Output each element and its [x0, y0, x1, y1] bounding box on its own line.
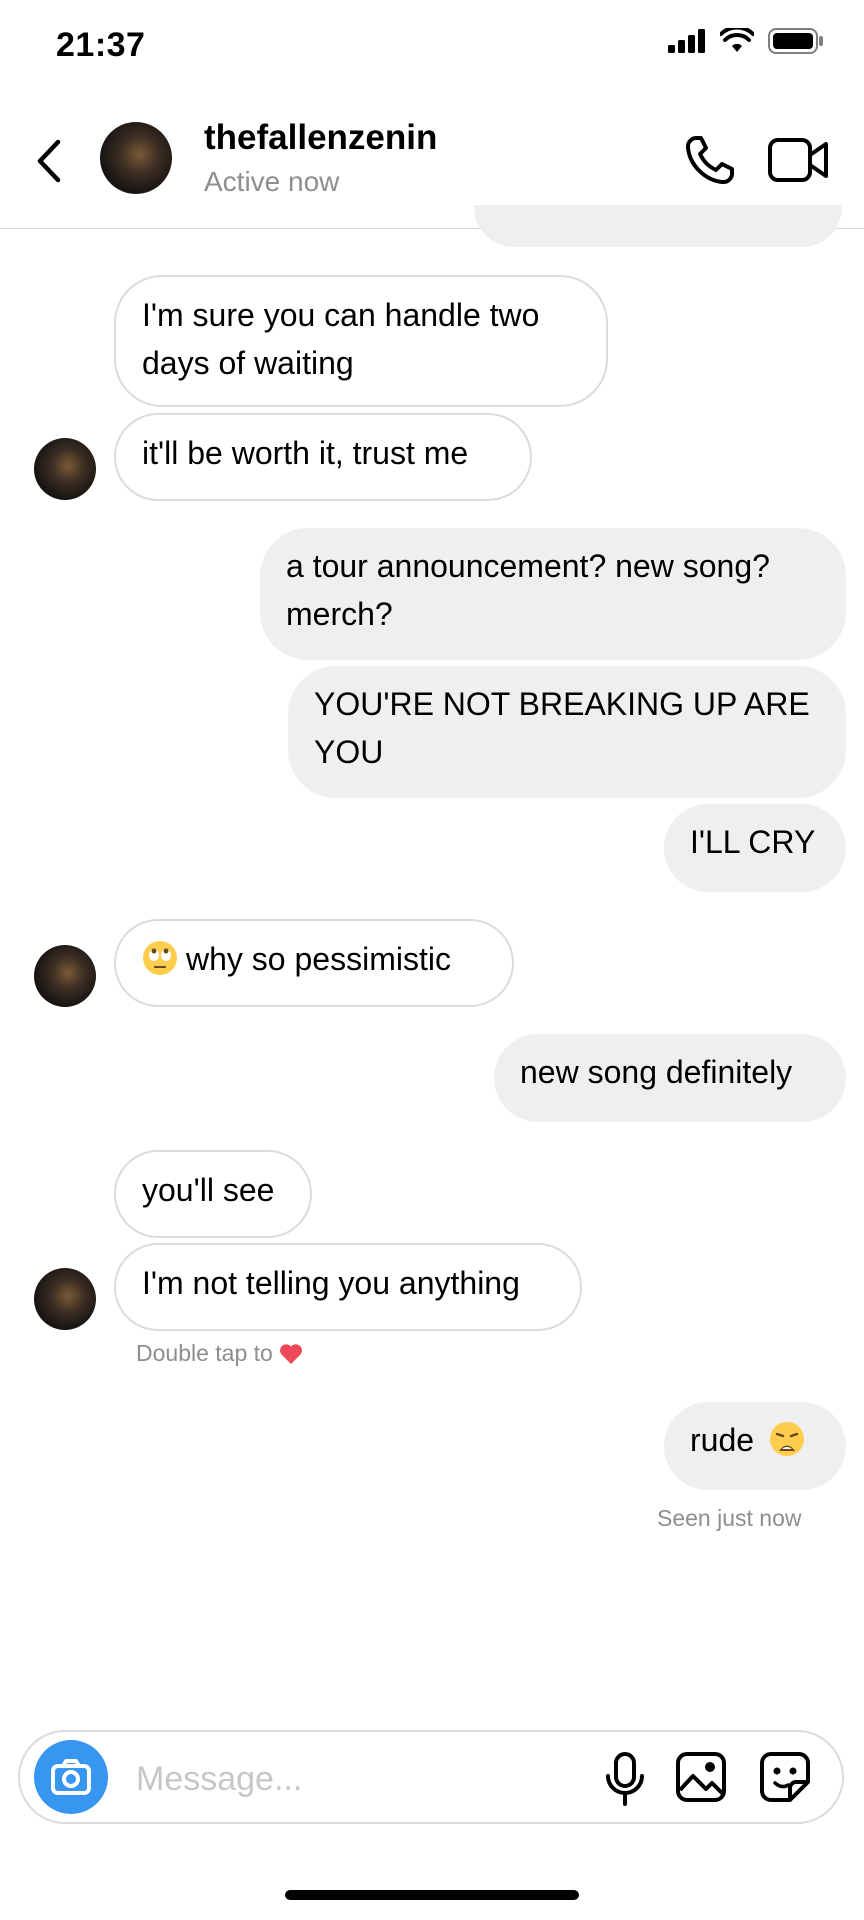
active-status: Active now	[204, 166, 340, 197]
microphone-icon[interactable]	[602, 1752, 648, 1806]
message-bubble-outgoing[interactable]: new song definitely	[494, 1034, 846, 1122]
camera-icon	[51, 1759, 91, 1795]
message-bubble-outgoing[interactable]: YOU'RE NOT BREAKING UP ARE YOU	[288, 666, 846, 798]
status-time: 21:37	[56, 26, 146, 64]
heart-icon	[280, 1344, 303, 1364]
camera-button[interactable]	[34, 1740, 108, 1814]
sender-avatar[interactable]	[34, 1268, 96, 1330]
video-call-icon[interactable]	[768, 138, 830, 182]
message-text: it'll be worth it, trust me	[142, 435, 469, 471]
sender-avatar[interactable]	[34, 438, 96, 500]
message-bubble-incoming[interactable]: why so pessimistic	[114, 919, 514, 1007]
sender-avatar[interactable]	[34, 945, 96, 1007]
contact-username[interactable]: thefallenzenin	[204, 118, 437, 158]
phone-call-icon[interactable]	[684, 134, 736, 186]
double-tap-hint-text: Double tap to	[136, 1340, 273, 1366]
double-tap-hint: Double tap to	[136, 1340, 303, 1367]
message-bubble-outgoing[interactable]: I'LL CRY	[664, 804, 846, 892]
sticker-icon[interactable]	[760, 1752, 810, 1802]
message-text: YOU'RE NOT BREAKING UP ARE YOU	[314, 686, 810, 770]
cut-off-message-bubble	[474, 205, 842, 247]
back-chevron-icon[interactable]	[28, 134, 72, 188]
message-bubble-incoming[interactable]: I'm sure you can handle two days of wait…	[114, 275, 608, 407]
message-bubble-incoming[interactable]: you'll see	[114, 1150, 312, 1238]
eye-roll-emoji-icon	[143, 941, 177, 975]
message-bubble-outgoing[interactable]: rude	[664, 1402, 846, 1490]
battery-icon	[768, 28, 823, 54]
home-indicator[interactable]	[285, 1890, 579, 1900]
message-bubble-incoming[interactable]: I'm not telling you anything	[114, 1243, 582, 1331]
status-icons	[668, 28, 824, 54]
message-text: a tour announcement? new song? merch?	[286, 548, 770, 632]
seen-receipt: Seen just now	[657, 1505, 802, 1531]
message-text: I'm not telling you anything	[142, 1265, 520, 1301]
message-text: I'LL CRY	[690, 824, 816, 860]
wifi-icon	[720, 28, 754, 52]
message-bubble-outgoing[interactable]: a tour announcement? new song? merch?	[260, 528, 846, 660]
message-text: you'll see	[142, 1172, 275, 1208]
message-text: I'm sure you can handle two days of wait…	[142, 297, 540, 381]
status-bar: 21:37	[0, 0, 864, 92]
message-input[interactable]	[134, 1750, 598, 1808]
weary-face-emoji-icon	[769, 1422, 804, 1456]
message-text: why so pessimistic	[186, 941, 451, 977]
gallery-icon[interactable]	[676, 1752, 726, 1802]
message-bubble-incoming[interactable]: it'll be worth it, trust me	[114, 413, 532, 501]
message-text: rude	[690, 1422, 755, 1458]
message-text: new song definitely	[520, 1054, 793, 1090]
cellular-signal-icon	[668, 29, 705, 53]
message-composer	[18, 1730, 844, 1824]
contact-avatar[interactable]	[100, 122, 172, 194]
